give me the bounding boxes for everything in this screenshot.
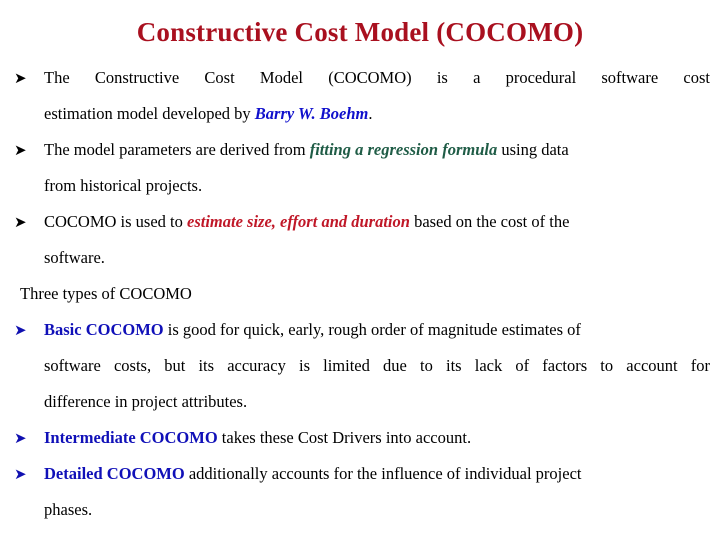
bullet-3-line-2: software. bbox=[44, 248, 105, 267]
emphasis-estimate-size-effort-duration: estimate size, effort and duration bbox=[187, 212, 410, 231]
arrow-bullet-icon: ➤ bbox=[14, 213, 27, 231]
bullet-2-line-1-pre: The model parameters are derived from bbox=[44, 140, 310, 159]
bullet-4-continuation-1: software costs, but its accuracy is limi… bbox=[0, 348, 720, 384]
emphasis-basic-cocomo: Basic COCOMO bbox=[44, 320, 164, 339]
section-heading: Three types of COCOMO bbox=[20, 284, 192, 303]
bullet-4-line-1-post: is good for quick, early, rough order of… bbox=[163, 320, 581, 339]
emphasis-detailed-cocomo: Detailed COCOMO bbox=[44, 464, 185, 483]
bullet-6-line-1: Detailed COCOMO additionally accounts fo… bbox=[44, 456, 710, 492]
bullet-4-continuation-2: difference in project attributes. bbox=[0, 384, 720, 420]
bullet-item-4: ➤ Basic COCOMO is good for quick, early,… bbox=[0, 312, 720, 348]
arrow-bullet-icon: ➤ bbox=[14, 465, 27, 483]
page-title: Constructive Cost Model (COCOMO) bbox=[136, 17, 584, 47]
bullet-3-line-1-pre: COCOMO is used to bbox=[44, 212, 188, 231]
emphasis-intermediate-cocomo: Intermediate COCOMO bbox=[44, 428, 218, 447]
bullet-item-1: ➤ The Constructive Cost Model (COCOMO) i… bbox=[0, 60, 720, 96]
arrow-bullet-icon: ➤ bbox=[14, 69, 27, 87]
bullet-6-line-2: phases. bbox=[44, 500, 93, 519]
bullet-item-5: ➤ Intermediate COCOMO takes these Cost D… bbox=[0, 420, 720, 456]
bullet-1-line-2-pre: estimation model developed by bbox=[44, 104, 255, 123]
bullet-6-continuation: phases. bbox=[0, 492, 720, 528]
bullet-2-line-1: The model parameters are derived from fi… bbox=[44, 132, 710, 168]
bullet-item-3: ➤ COCOMO is used to estimate size, effor… bbox=[0, 204, 720, 240]
slide-body: ➤ The Constructive Cost Model (COCOMO) i… bbox=[0, 60, 720, 528]
bullet-1-continuation: estimation model developed by Barry W. B… bbox=[0, 96, 720, 132]
bullet-1-line-1: The Constructive Cost Model (COCOMO) is … bbox=[44, 68, 710, 87]
bullet-5-line-1: Intermediate COCOMO takes these Cost Dri… bbox=[44, 420, 710, 456]
emphasis-regression-formula: fitting a regression formula bbox=[309, 140, 498, 159]
bullet-item-6: ➤ Detailed COCOMO additionally accounts … bbox=[0, 456, 720, 492]
bullet-2-line-1-post: using data bbox=[497, 140, 569, 159]
slide: Constructive Cost Model (COCOMO) ➤ The C… bbox=[0, 0, 720, 540]
bullet-4-line-1: Basic COCOMO is good for quick, early, r… bbox=[44, 312, 710, 348]
bullet-3-continuation: software. bbox=[0, 240, 720, 276]
bullet-4-line-3: difference in project attributes. bbox=[44, 392, 248, 411]
bullet-5-line-1-post: takes these Cost Drivers into account. bbox=[217, 428, 472, 447]
emphasis-barry-boehm: Barry W. Boehm bbox=[254, 104, 369, 123]
arrow-bullet-icon: ➤ bbox=[14, 321, 27, 339]
arrow-bullet-icon: ➤ bbox=[14, 141, 27, 159]
bullet-4-line-2: software costs, but its accuracy is limi… bbox=[44, 356, 710, 375]
bullet-2-continuation: from historical projects. bbox=[0, 168, 720, 204]
bullet-6-line-1-post: additionally accounts for the influence … bbox=[184, 464, 582, 483]
bullet-1-line-2: estimation model developed by Barry W. B… bbox=[44, 96, 710, 132]
arrow-bullet-icon: ➤ bbox=[14, 429, 27, 447]
bullet-3-line-1: COCOMO is used to estimate size, effort … bbox=[44, 204, 710, 240]
bullet-2-line-2: from historical projects. bbox=[44, 176, 203, 195]
bullet-3-line-1-post: based on the cost of the bbox=[409, 212, 570, 231]
bullet-item-2: ➤ The model parameters are derived from … bbox=[0, 132, 720, 168]
section-heading-row: Three types of COCOMO bbox=[0, 276, 720, 312]
bullet-1-line-2-post: . bbox=[368, 104, 373, 123]
